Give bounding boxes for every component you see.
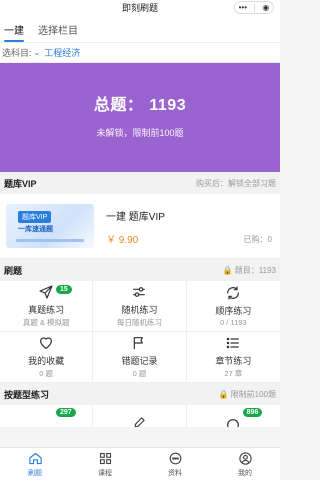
practice-item-desc: 27 章 — [224, 369, 243, 378]
vip-thumbnail: 题库VIP 一库速通题 — [6, 204, 94, 248]
practice-item-label: 随机练习 — [121, 305, 158, 315]
practice-item-sequential[interactable]: 顺序练习 0 / 1193 — [186, 281, 280, 332]
practice-item-label: 章节练习 — [215, 356, 252, 366]
practice-item-label: 我的收藏 — [28, 356, 65, 366]
tabbar-item-mine[interactable]: 我的 — [210, 448, 280, 480]
sliders-icon — [133, 287, 146, 297]
subject-selector[interactable]: 选科目: ⌄ 工程经济 — [0, 43, 280, 63]
top-tabs: 一建 选择栏目 — [0, 16, 280, 43]
count-badge: 15 — [56, 285, 72, 294]
tabbar-label: 课程 — [98, 469, 112, 477]
practice-item-chapters[interactable]: 章节练习 27 章 — [186, 332, 280, 383]
practice-item-desc: 0 / 1193 — [220, 318, 247, 327]
vip-section-note: 购买后：解锁全部习题 — [196, 178, 276, 188]
type-item-1[interactable]: 297 — [0, 405, 94, 427]
practice-item-favorites[interactable]: 我的收藏 0 题 — [0, 332, 94, 383]
type-section-note: 🔒 限制前100题 — [218, 389, 276, 399]
capsule-divider — [254, 3, 256, 12]
vip-info: 一建 题库VIP ￥ 9.90 已购：0 — [106, 204, 274, 248]
total-banner: 总题： 1193 未解锁，限制前100题 — [0, 63, 280, 172]
count-badge: 896 — [242, 408, 263, 417]
home-icon — [28, 452, 42, 464]
tabbar-label: 资料 — [168, 469, 182, 477]
practice-item-desc: 0 题 — [132, 369, 147, 378]
type-item-3[interactable]: 896 — [187, 405, 280, 427]
dots-icon[interactable]: ••• — [239, 3, 247, 12]
vip-thumb-tag: 题库VIP — [18, 211, 52, 223]
vip-section-title: 题库VIP — [4, 178, 37, 189]
chat-icon — [169, 452, 181, 464]
tabbar-label: 我的 — [238, 469, 252, 477]
practice-section-title: 刷题 — [4, 265, 23, 276]
subject-value[interactable]: 工程经济 — [44, 46, 80, 59]
vip-thumb-bar — [16, 239, 84, 242]
total-label: 总题： — [93, 97, 144, 114]
bottom-tabbar: 刷题 课程 资料 我的 — [0, 447, 280, 480]
refresh-icon — [227, 286, 240, 300]
type-section-header: 按题型练习 🔒 限制前100题 — [0, 383, 280, 405]
type-practice-row: 297 896 — [0, 405, 280, 427]
status-bar: 即刻刷题 ••• ◉ — [0, 0, 280, 16]
count-badge: 297 — [56, 408, 76, 417]
heart-icon — [40, 337, 53, 349]
practice-item-random[interactable]: 随机练习 每日随机练习 — [93, 281, 187, 332]
vip-bought-count: 已购：0 — [243, 235, 272, 244]
grid-icon — [99, 452, 111, 464]
vip-section-header: 题库VIP 购买后：解锁全部习题 — [0, 172, 280, 194]
practice-item-real-exam[interactable]: 15 真题练习 真题 & 模拟题 — [0, 281, 94, 332]
user-icon — [238, 451, 252, 465]
vip-thumb-text: 一库速通题 — [18, 226, 53, 233]
tab-yijian[interactable]: 一建 — [4, 22, 24, 42]
practice-item-label: 错题记录 — [121, 356, 158, 366]
vip-price: ￥ 9.90 — [106, 235, 139, 246]
practice-item-mistakes[interactable]: 错题记录 0 题 — [93, 332, 187, 383]
practice-item-label: 顺序练习 — [215, 306, 252, 316]
practice-item-desc: 每日随机练习 — [116, 318, 162, 327]
tabbar-item-practice[interactable]: 刷题 — [0, 448, 70, 480]
practice-section-header: 刷题 🔒 题目：1193 — [0, 259, 280, 281]
practice-grid: 15 真题练习 真题 & 模拟题 随机练习 每日随机练习 顺序练习 0 / 11… — [0, 281, 280, 383]
subject-label: 选科目: — [2, 48, 32, 58]
flag-icon — [134, 337, 144, 349]
type-limit-text: 限制前100题 — [230, 389, 276, 399]
chevron-down-icon: ⌄ — [33, 48, 41, 57]
practice-section-note: 🔒 题目：1193 — [222, 265, 276, 275]
practice-item-desc: 真题 & 模拟题 — [22, 318, 70, 327]
send-icon — [39, 285, 53, 299]
circle-target-icon[interactable]: ◉ — [262, 3, 269, 12]
tab-select-column[interactable]: 选择栏目 — [38, 22, 78, 42]
edit-icon — [135, 417, 146, 427]
practice-item-desc: 0 题 — [39, 369, 54, 378]
total-value: 1193 — [149, 97, 187, 114]
total-count: 总题： 1193 — [0, 63, 280, 115]
tabbar-item-materials[interactable]: 资料 — [140, 448, 210, 480]
type-item-2[interactable] — [93, 405, 187, 427]
circle-icon — [226, 419, 239, 427]
vip-product-name: 一建 题库VIP — [106, 212, 165, 223]
type-section-title: 按题型练习 — [4, 389, 50, 400]
practice-item-label: 真题练习 — [28, 305, 65, 315]
tabbar-label: 刷题 — [28, 469, 42, 477]
list-icon — [227, 337, 240, 349]
practice-count: 题目：1193 — [234, 265, 276, 275]
tabbar-item-courses[interactable]: 课程 — [70, 448, 140, 480]
banner-subtitle: 未解锁，限制前100题 — [96, 128, 184, 138]
mini-program-capsule[interactable]: ••• ◉ — [234, 1, 274, 14]
vip-product-card[interactable]: 题库VIP 一库速通题 一建 题库VIP ￥ 9.90 已购：0 — [0, 194, 280, 259]
